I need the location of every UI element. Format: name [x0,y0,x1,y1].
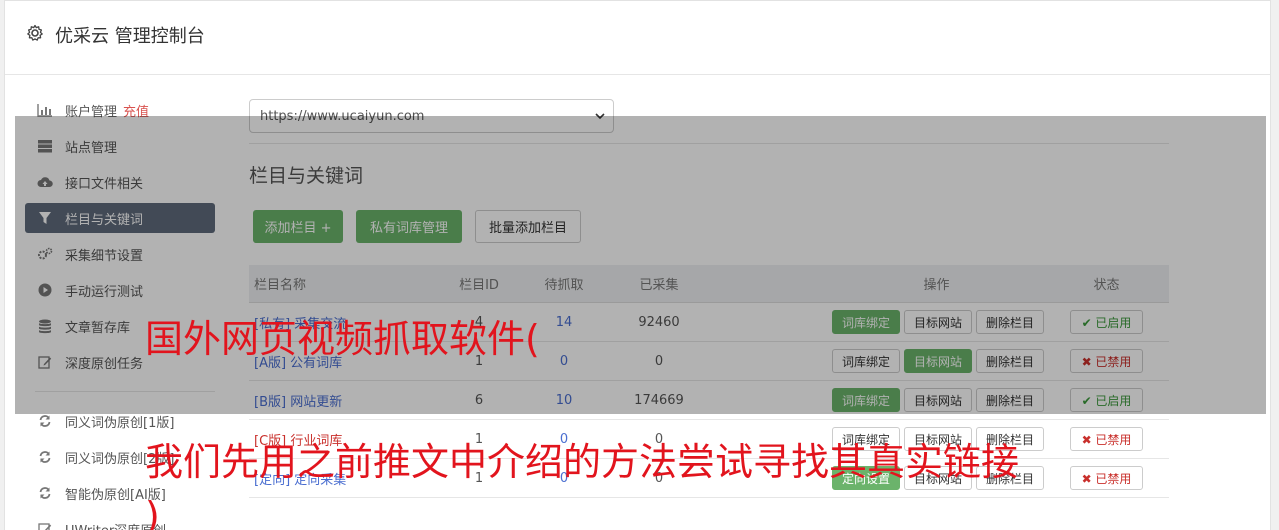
refresh-icon [37,449,53,465]
sidebar-item-uwriter[interactable]: UWriter深度原创 [25,514,215,530]
page-title: 优采云 管理控制台 [55,26,205,47]
refresh-icon [37,485,53,501]
refresh-icon [37,413,53,429]
overlay-caption-line1: 国外网页视频抓取软件( [145,317,540,361]
status-toggle[interactable]: ✖ 已禁用 [1070,427,1143,451]
overlay-caption-line2: 我们先用之前推文中介绍的方法尝试寻找其真实链接 [145,440,1020,484]
edit-icon [37,521,53,530]
sidebar-item-label: 同义词伪原创[1版] [65,415,175,431]
status-toggle[interactable]: ✖ 已禁用 [1070,466,1143,490]
page-header: 优采云 管理控制台 [5,1,1270,75]
overlay-caption-line3: ) [145,494,160,530]
gear-icon [27,24,43,41]
dim-overlay [15,116,1266,414]
